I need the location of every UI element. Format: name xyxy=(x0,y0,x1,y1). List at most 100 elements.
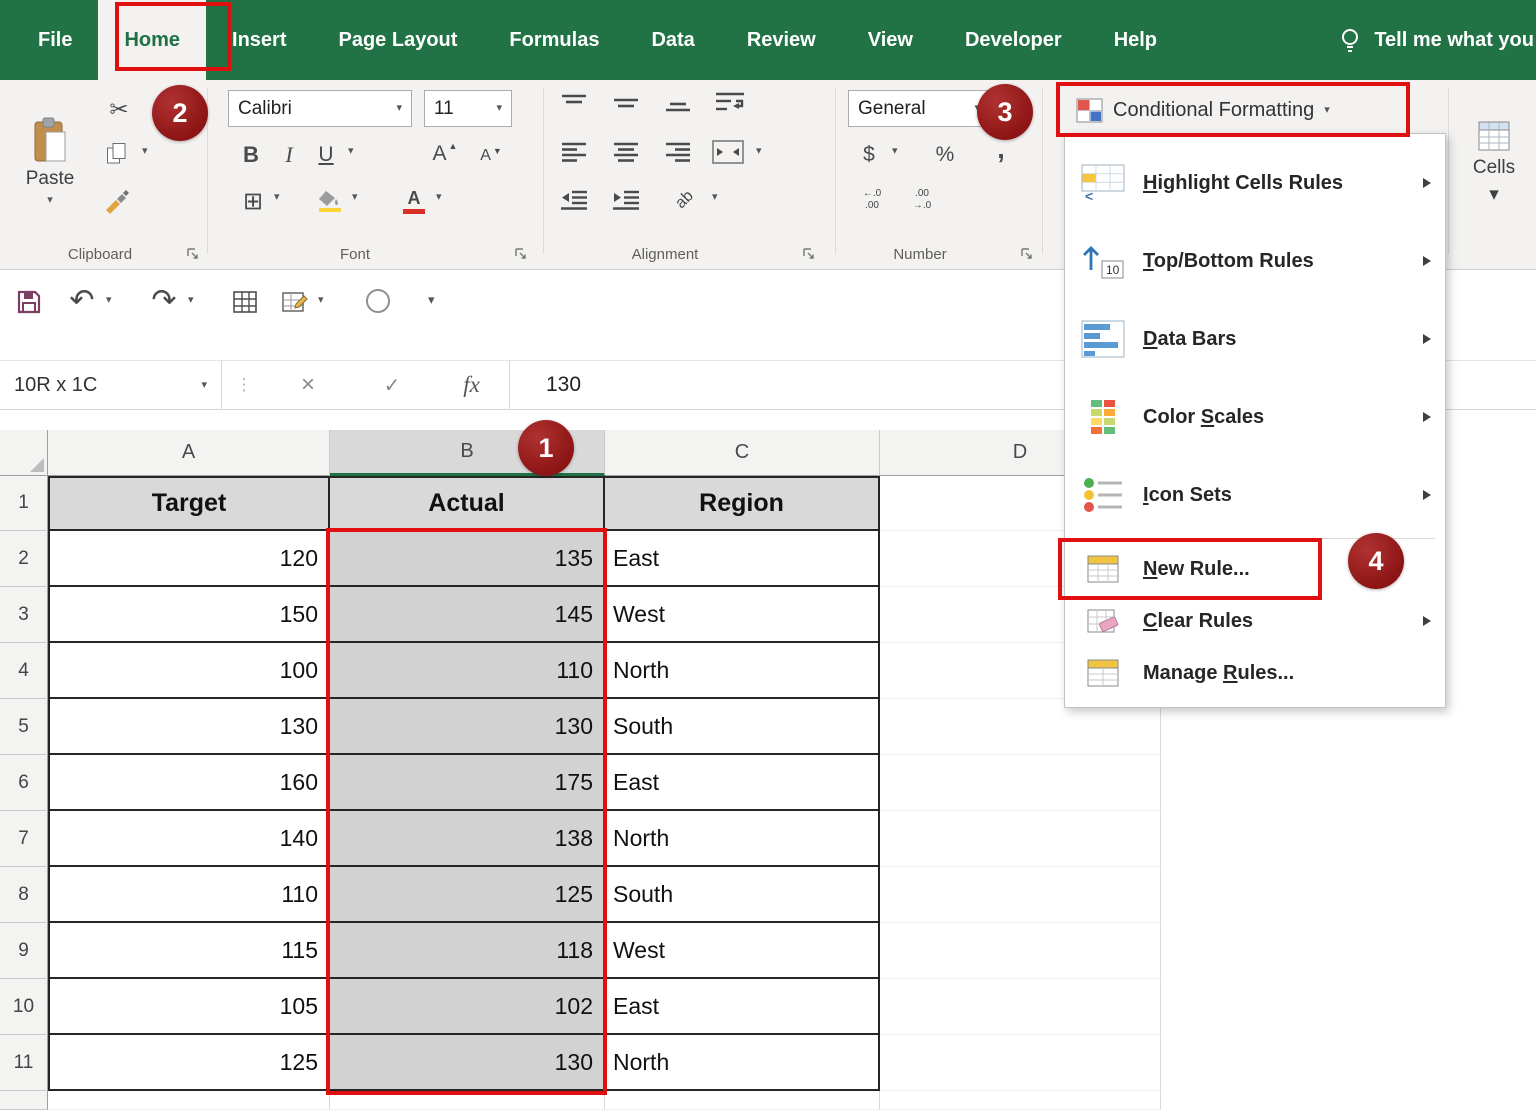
redo-button[interactable]: ↷ xyxy=(144,279,184,321)
percent-button[interactable]: % xyxy=(928,136,962,174)
row-header-11[interactable]: 11 xyxy=(0,1035,48,1091)
cell-c6[interactable]: East xyxy=(605,755,880,811)
qat-customize-icon[interactable]: ▾ xyxy=(428,293,435,306)
cell-a3[interactable]: 150 xyxy=(48,587,330,643)
cell-a4[interactable]: 100 xyxy=(48,643,330,699)
ribbon-tab-page-layout[interactable]: Page Layout xyxy=(313,0,484,80)
cell-d6[interactable] xyxy=(880,755,1161,811)
row-header-5[interactable]: 5 xyxy=(0,699,48,755)
cell-c4[interactable]: North xyxy=(605,643,880,699)
font-color-button[interactable]: A xyxy=(396,182,432,220)
underline-button[interactable]: U xyxy=(310,136,342,174)
merge-center-dropdown-icon[interactable]: ▾ xyxy=(756,146,762,157)
cell-b1[interactable]: Actual xyxy=(330,476,605,531)
row-header-9[interactable]: 9 xyxy=(0,923,48,979)
cell-b11[interactable]: 130 xyxy=(330,1035,605,1091)
undo-dropdown-icon[interactable]: ▾ xyxy=(106,295,112,306)
conditional-formatting-button[interactable]: Conditional Formatting ▾ xyxy=(1066,86,1408,134)
cell-a8[interactable]: 110 xyxy=(48,867,330,923)
cell-a7[interactable]: 140 xyxy=(48,811,330,867)
cell-d10[interactable] xyxy=(880,979,1161,1035)
cell-a1[interactable]: Target xyxy=(48,476,330,531)
name-box[interactable]: 10R x 1C ▾ xyxy=(0,361,222,409)
merge-center-button[interactable] xyxy=(708,136,748,168)
row-header-12[interactable] xyxy=(0,1091,48,1110)
fill-color-dropdown-icon[interactable]: ▾ xyxy=(352,192,358,203)
ribbon-tab-data[interactable]: Data xyxy=(625,0,720,80)
increase-decimal-button[interactable]: ←.0 .00 xyxy=(850,182,894,218)
column-header-c[interactable]: C xyxy=(605,430,880,476)
cell-b10[interactable]: 102 xyxy=(330,979,605,1035)
alignment-dialog-launcher[interactable] xyxy=(802,247,815,260)
cell-c1[interactable]: Region xyxy=(605,476,880,531)
select-all-corner[interactable] xyxy=(0,430,48,476)
cell-c5[interactable]: South xyxy=(605,699,880,755)
ribbon-tab-file[interactable]: File xyxy=(12,0,98,80)
undo-button[interactable]: ↶ xyxy=(62,279,102,321)
save-button[interactable] xyxy=(12,285,46,319)
cell-b2[interactable]: 135 xyxy=(330,531,605,587)
paste-button[interactable]: Paste ▾ xyxy=(10,88,90,234)
clipboard-dialog-launcher[interactable] xyxy=(186,247,199,260)
number-format-select[interactable]: General ▾ xyxy=(848,90,990,127)
font-color-dropdown-icon[interactable]: ▾ xyxy=(436,192,442,203)
menu-item-clear-rules[interactable]: Clear Rules xyxy=(1065,595,1445,647)
cell-d11[interactable] xyxy=(880,1035,1161,1091)
borders-button[interactable]: ⊞ xyxy=(236,182,270,220)
menu-item-data-bars[interactable]: Data Bars xyxy=(1065,300,1445,378)
cell-c9[interactable]: West xyxy=(605,923,880,979)
font-name-select[interactable]: Calibri ▾ xyxy=(228,90,412,127)
underline-dropdown-icon[interactable]: ▾ xyxy=(348,146,354,157)
menu-item-top-bottom-rules[interactable]: 10 Top/Bottom Rules xyxy=(1065,222,1445,300)
currency-button[interactable]: $ xyxy=(852,136,886,174)
menu-item-highlight-cells-rules[interactable]: < Highlight Cells Rules xyxy=(1065,144,1445,222)
cell-b3[interactable]: 145 xyxy=(330,587,605,643)
format-painter-button[interactable] xyxy=(94,182,142,220)
ribbon-tab-review[interactable]: Review xyxy=(721,0,842,80)
decrease-font-button[interactable]: A ▼ xyxy=(470,140,512,172)
draw-table-button[interactable] xyxy=(276,285,314,319)
orientation-button[interactable]: ab xyxy=(664,182,706,218)
cell-b6[interactable]: 175 xyxy=(330,755,605,811)
cells-button[interactable]: Cells ▾ xyxy=(1456,88,1532,236)
increase-font-button[interactable]: A ▲ xyxy=(424,136,466,172)
font-size-select[interactable]: 11 ▾ xyxy=(424,90,512,127)
menu-item-manage-rules[interactable]: Manage Rules... xyxy=(1065,647,1445,699)
increase-indent-button[interactable] xyxy=(608,184,644,216)
fill-color-button[interactable] xyxy=(312,182,348,220)
row-header-8[interactable]: 8 xyxy=(0,867,48,923)
tell-me-search[interactable]: Tell me what you xyxy=(1339,0,1536,80)
row-header-3[interactable]: 3 xyxy=(0,587,48,643)
orientation-dropdown-icon[interactable]: ▾ xyxy=(712,192,718,203)
cell-c8[interactable]: South xyxy=(605,867,880,923)
row-header-1[interactable]: 1 xyxy=(0,476,48,531)
cell-b4[interactable]: 110 xyxy=(330,643,605,699)
borders-dropdown-icon[interactable]: ▾ xyxy=(274,192,280,203)
menu-item-color-scales[interactable]: Color Scales xyxy=(1065,378,1445,456)
font-dialog-launcher[interactable] xyxy=(514,247,527,260)
align-right-button[interactable] xyxy=(660,136,696,168)
cell-a9[interactable]: 115 xyxy=(48,923,330,979)
macro-record-button[interactable] xyxy=(366,289,390,313)
redo-dropdown-icon[interactable]: ▾ xyxy=(188,295,194,306)
cell-a5[interactable]: 130 xyxy=(48,699,330,755)
cell-b7[interactable]: 138 xyxy=(330,811,605,867)
copy-dropdown-icon[interactable]: ▾ xyxy=(142,146,148,157)
cell-a6[interactable]: 160 xyxy=(48,755,330,811)
ribbon-tab-developer[interactable]: Developer xyxy=(939,0,1088,80)
currency-dropdown-icon[interactable]: ▾ xyxy=(892,146,898,157)
column-header-a[interactable]: A xyxy=(48,430,330,476)
menu-item-icon-sets[interactable]: Icon Sets xyxy=(1065,456,1445,534)
bold-button[interactable]: B xyxy=(234,136,268,174)
cell-c11[interactable]: North xyxy=(605,1035,880,1091)
row-header-4[interactable]: 4 xyxy=(0,643,48,699)
cell-a11[interactable]: 125 xyxy=(48,1035,330,1091)
align-center-button[interactable] xyxy=(608,136,644,168)
ribbon-tab-help[interactable]: Help xyxy=(1088,0,1183,80)
ribbon-tab-home[interactable]: Home xyxy=(98,0,206,80)
row-header-2[interactable]: 2 xyxy=(0,531,48,587)
row-header-7[interactable]: 7 xyxy=(0,811,48,867)
cell-c3[interactable]: West xyxy=(605,587,880,643)
table-borders-button[interactable] xyxy=(228,285,262,319)
cut-button[interactable]: ✂ xyxy=(98,92,140,126)
